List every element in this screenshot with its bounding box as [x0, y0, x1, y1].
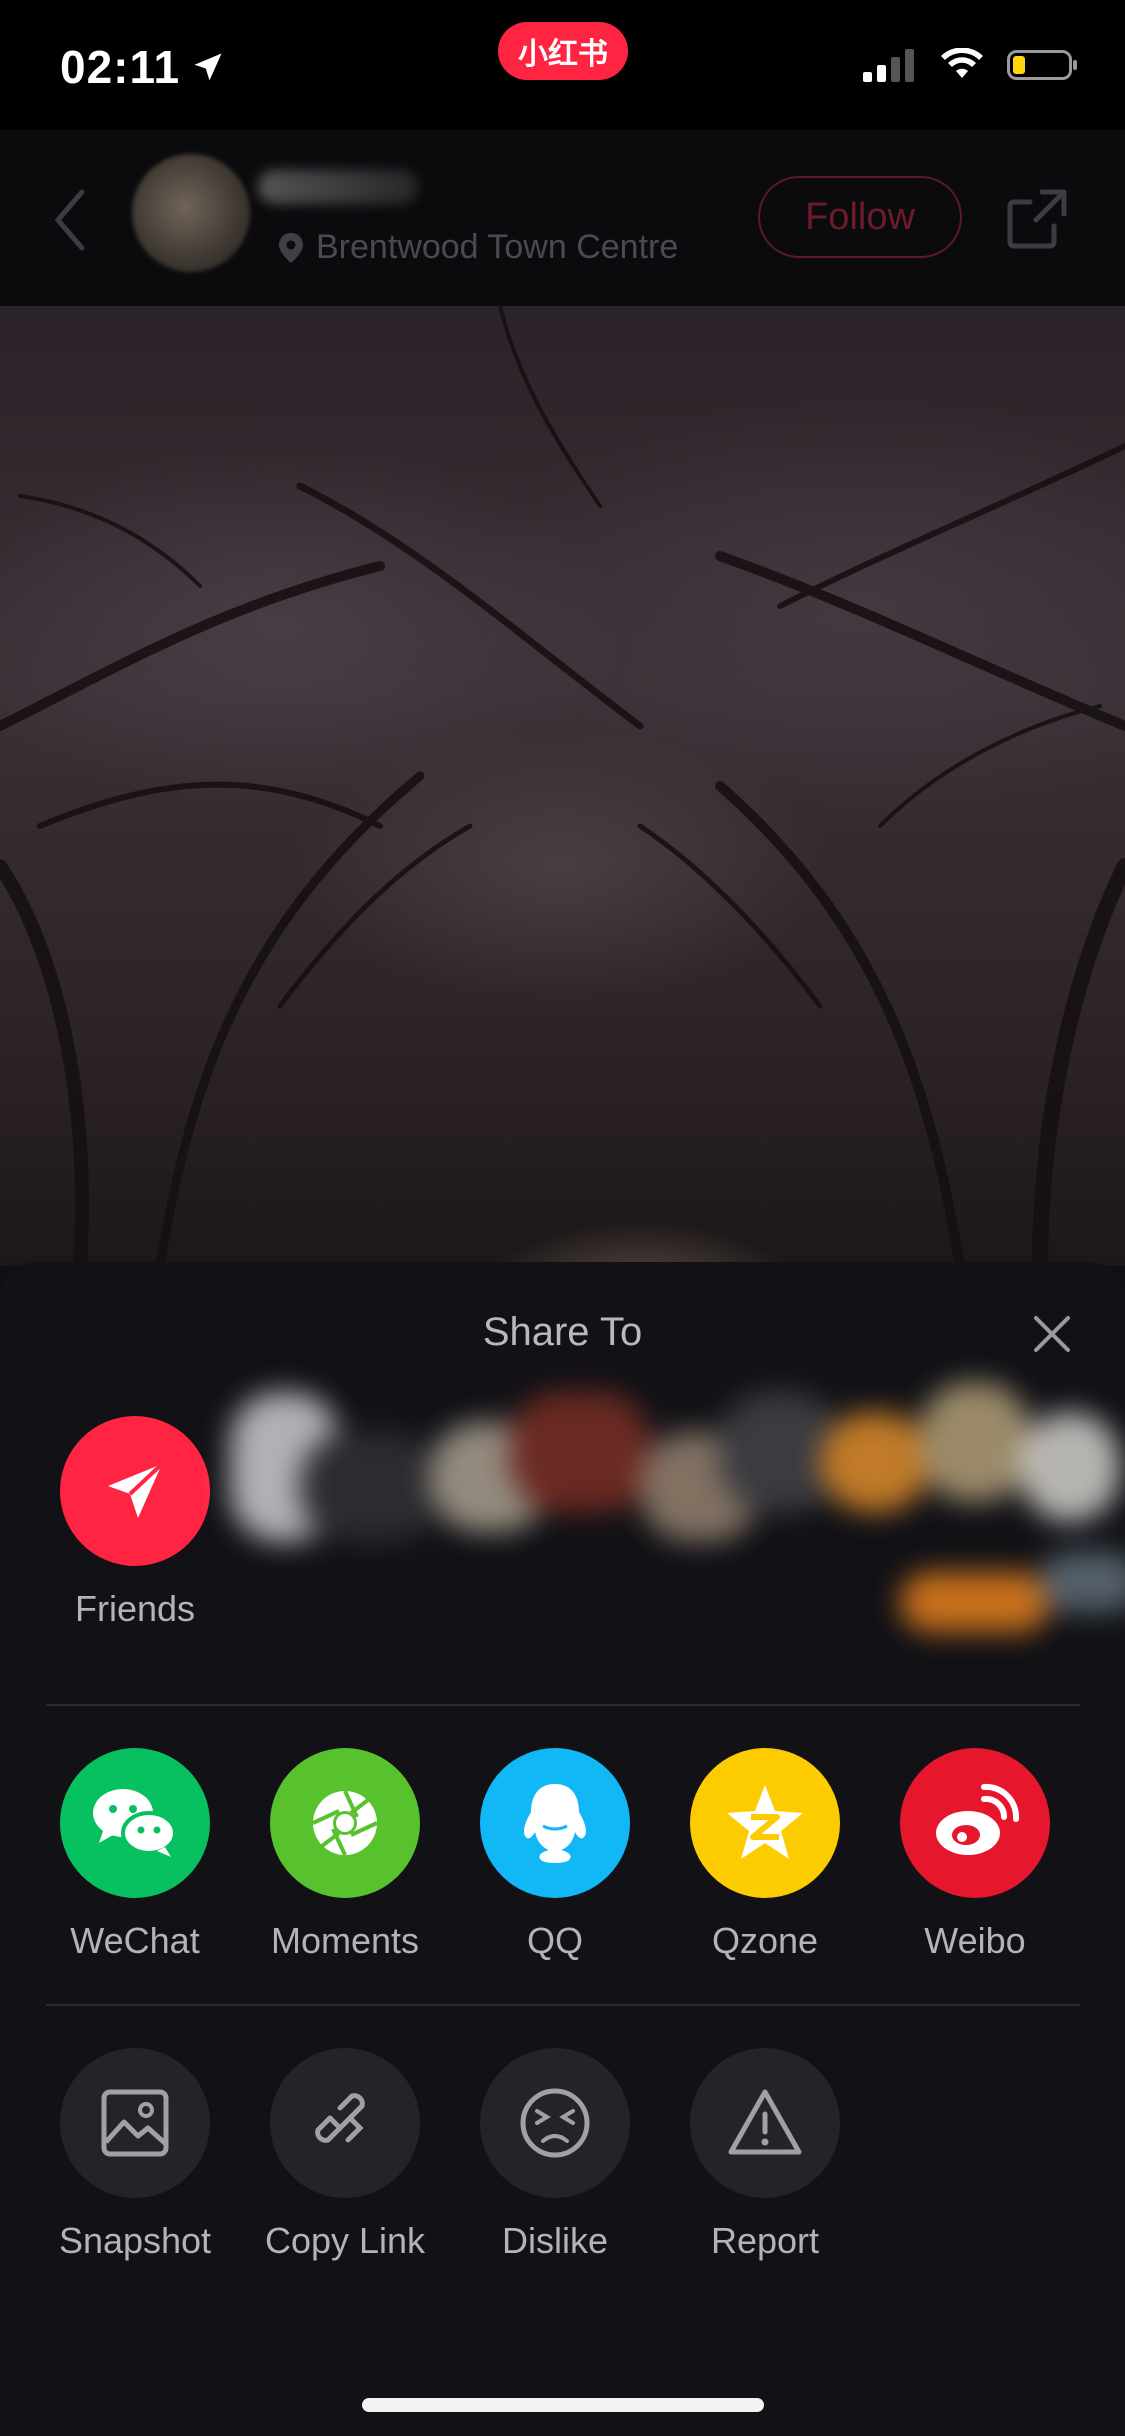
report-icon: [728, 2089, 802, 2155]
follow-button[interactable]: Follow: [758, 176, 962, 258]
snapshot-label: Snapshot: [58, 2220, 212, 2261]
divider: [46, 2004, 1080, 2006]
moments-circle: [270, 1748, 420, 1898]
share-icon[interactable]: [1004, 186, 1070, 252]
wechat-icon: [93, 1789, 177, 1857]
snapshot-icon: [101, 2089, 169, 2157]
app-badge: 小红书: [498, 22, 628, 80]
dislike-label: Dislike: [501, 2220, 608, 2261]
battery-icon: [1007, 50, 1077, 80]
sheet-title: Share To: [482, 1310, 643, 1354]
snapshot-button[interactable]: Snapshot: [45, 2048, 225, 2262]
friends-circle: [60, 1416, 210, 1566]
cellular-signal-icon: [863, 49, 914, 82]
link-icon: [315, 2093, 365, 2143]
share-moments-button[interactable]: Moments: [255, 1748, 435, 1962]
qzone-icon: [727, 1785, 803, 1859]
qzone-circle: [690, 1748, 840, 1898]
time-text: 02:11: [60, 41, 181, 93]
copy-link-label: Copy Link: [264, 2220, 426, 2261]
send-icon: [108, 1462, 164, 1518]
wechat-circle: [60, 1748, 210, 1898]
report-label: Report: [710, 2220, 820, 2261]
share-qzone-button[interactable]: Qzone: [675, 1748, 855, 1962]
tree-branches: [0, 306, 1125, 1266]
location-arrow-icon: [194, 53, 222, 81]
copy-link-button[interactable]: Copy Link: [255, 2048, 435, 2262]
location-text: Brentwood Town Centre: [316, 228, 679, 266]
weibo-icon: [936, 1783, 1020, 1855]
status-icons: [863, 48, 1079, 82]
status-bar: 02:11 小红书: [0, 0, 1125, 130]
report-circle: [690, 2048, 840, 2198]
qzone-label: Qzone: [711, 1920, 819, 1961]
report-button[interactable]: Report: [675, 2048, 855, 2262]
dislike-icon: [520, 2088, 590, 2158]
share-wechat-button[interactable]: WeChat: [45, 1748, 225, 1962]
dislike-circle: [480, 2048, 630, 2198]
dislike-button[interactable]: Dislike: [465, 2048, 645, 2262]
location-tag[interactable]: Brentwood Town Centre: [278, 228, 678, 267]
post-photo[interactable]: [0, 306, 1125, 1266]
divider: [46, 1704, 1080, 1706]
share-weibo-button[interactable]: Weibo: [885, 1748, 1065, 1962]
back-arrow-icon[interactable]: [50, 188, 90, 252]
share-sheet: Share To Friends WeChat Moments QQ Qzone…: [0, 1262, 1125, 2436]
author-name-redacted: [258, 170, 418, 204]
share-qq-button[interactable]: QQ: [465, 1748, 645, 1962]
post-header: Brentwood Town Centre Follow: [0, 130, 1125, 306]
weibo-label: Weibo: [924, 1920, 1026, 1961]
qq-icon: [524, 1784, 586, 1863]
author-avatar[interactable]: [132, 154, 250, 272]
weibo-circle: [900, 1748, 1050, 1898]
moments-icon: [312, 1790, 378, 1856]
qq-circle: [480, 1748, 630, 1898]
home-indicator[interactable]: [362, 2398, 764, 2412]
friends-button[interactable]: Friends: [60, 1416, 210, 1630]
copy-link-circle: [270, 2048, 420, 2198]
friends-label: Friends: [74, 1588, 196, 1629]
qq-label: QQ: [526, 1920, 583, 1961]
recent-contacts-redacted: [220, 1372, 1125, 1652]
status-time: 02:11: [60, 40, 226, 94]
wifi-icon: [941, 48, 983, 78]
location-pin-icon: [279, 232, 303, 263]
moments-label: Moments: [270, 1920, 420, 1961]
close-icon[interactable]: [1030, 1312, 1074, 1356]
wechat-label: WeChat: [70, 1920, 200, 1961]
snapshot-circle: [60, 2048, 210, 2198]
